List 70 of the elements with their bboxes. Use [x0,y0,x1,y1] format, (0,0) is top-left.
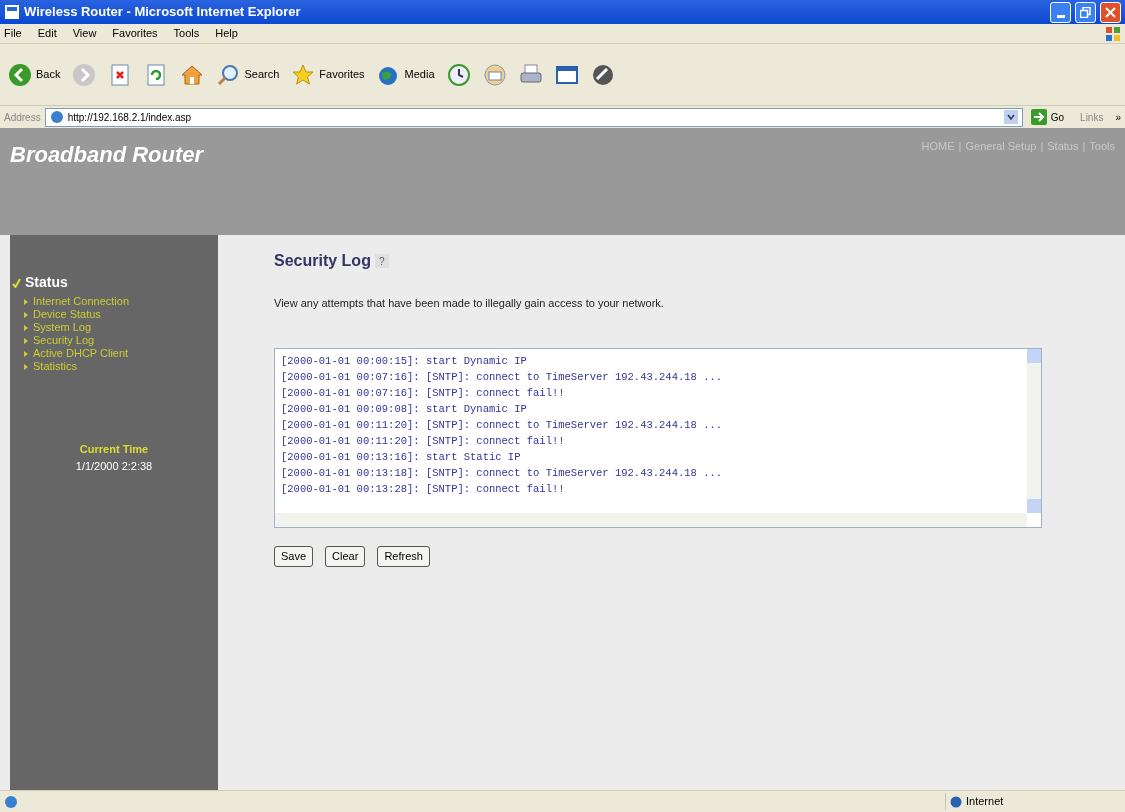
log-line: [2000-01-01 00:13:16]: start Static IP [281,449,522,465]
restore-button[interactable] [1075,1,1096,23]
close-icon [1105,6,1116,18]
windows-logo-icon [1105,25,1121,42]
action-button[interactable]: Refresh [377,545,430,567]
nav-separator: | [958,139,962,154]
horizontal-scrollbar[interactable] [275,512,1027,527]
log-textarea[interactable] [274,347,1042,528]
log-line: [2000-01-01 00:11:20]: [SNTP]: connect fail!! [281,433,566,449]
log-line: [2000-01-01 00:13:28]: [SNTP]: connect fail!! [281,481,566,497]
sidebar-link[interactable]: Security Log [24,334,218,347]
help-icon[interactable]: ? [374,254,389,268]
site-title: Broadband Router [10,144,204,169]
bullet-icon [24,363,28,370]
log-line: [2000-01-01 00:11:20]: [SNTP]: connect to TimeServer 192.43.244.18 ... [281,417,724,433]
restore-icon [1080,6,1091,18]
menu-item[interactable]: Help [215,25,238,42]
sidebar-link[interactable]: System Log [24,321,218,334]
minimize-button[interactable] [1050,1,1071,23]
menu-item[interactable]: File [4,25,22,42]
search-icon [216,62,241,87]
toolbar-button[interactable]: Media [376,62,435,87]
bullet-icon [24,298,28,305]
action-button[interactable]: Save [274,545,314,567]
toolbar-icon-button[interactable] [590,62,615,87]
checkmark-icon [12,277,21,288]
toolbar-icon-button[interactable] [446,62,471,87]
vertical-scrollbar[interactable] [1027,348,1041,513]
clock-icon [446,62,471,87]
action-button[interactable]: Clear [325,545,366,567]
star-icon [291,62,316,87]
toolbar-button[interactable]: Search [216,62,280,87]
log-line: [2000-01-01 00:13:18]: [SNTP]: connect to TimeServer 192.43.244.18 ... [281,465,724,481]
close-button[interactable] [1100,1,1121,23]
address-field[interactable]: http://192.168.2.1/index.asp [44,107,1023,127]
nav-separator: | [1040,139,1044,154]
toolbar-button[interactable]: Back [8,62,61,87]
window-icon [4,4,20,20]
page-title: Security Log [274,251,371,271]
log-line: [2000-01-01 00:07:16]: [SNTP]: connect to TimeServer 192.43.244.18 ... [281,369,724,385]
menu-item[interactable]: Favorites [112,25,158,42]
disc-icon [590,62,615,87]
minimize-icon [1056,14,1065,18]
globe-icon [950,795,962,808]
address-label: Address [4,110,41,125]
bullet-icon [24,324,28,331]
menu-item[interactable]: View [72,25,97,42]
log-line: [2000-01-01 00:07:16]: [SNTP]: connect fail!! [281,385,566,401]
zone-label: Internet [966,794,1004,810]
page-icon [49,110,64,124]
nav-separator: | [1082,139,1086,154]
menu-item[interactable]: Edit [37,25,57,42]
arrow-icon [1030,109,1047,125]
current-time-value: 1/1/2000 2:2:38 [75,458,153,474]
current-time-label: Current Time [79,442,149,457]
bullet-icon [24,311,28,318]
page-description: View any attempts that have been made to illegally gain access to your network. [274,296,664,311]
log-line: [2000-01-01 00:00:15]: start Dynamic IP [281,353,528,369]
dropdown-icon [1003,110,1018,124]
mail-icon [482,62,507,87]
toolbar-button[interactable]: Favorites [291,62,365,87]
bullet-icon [24,337,28,344]
window-title: Wireless Router - Microsoft Internet Explorer [24,3,301,22]
sidebar-section-title: Status [25,273,68,292]
log-line: [2000-01-01 00:09:08]: start Dynamic IP [281,401,528,417]
bullet-icon [24,350,28,357]
more-chevron[interactable]: » [1115,109,1121,125]
menu-item[interactable]: Tools [173,25,200,42]
go-button[interactable]: Go [1026,109,1069,125]
page-icon [4,794,18,809]
